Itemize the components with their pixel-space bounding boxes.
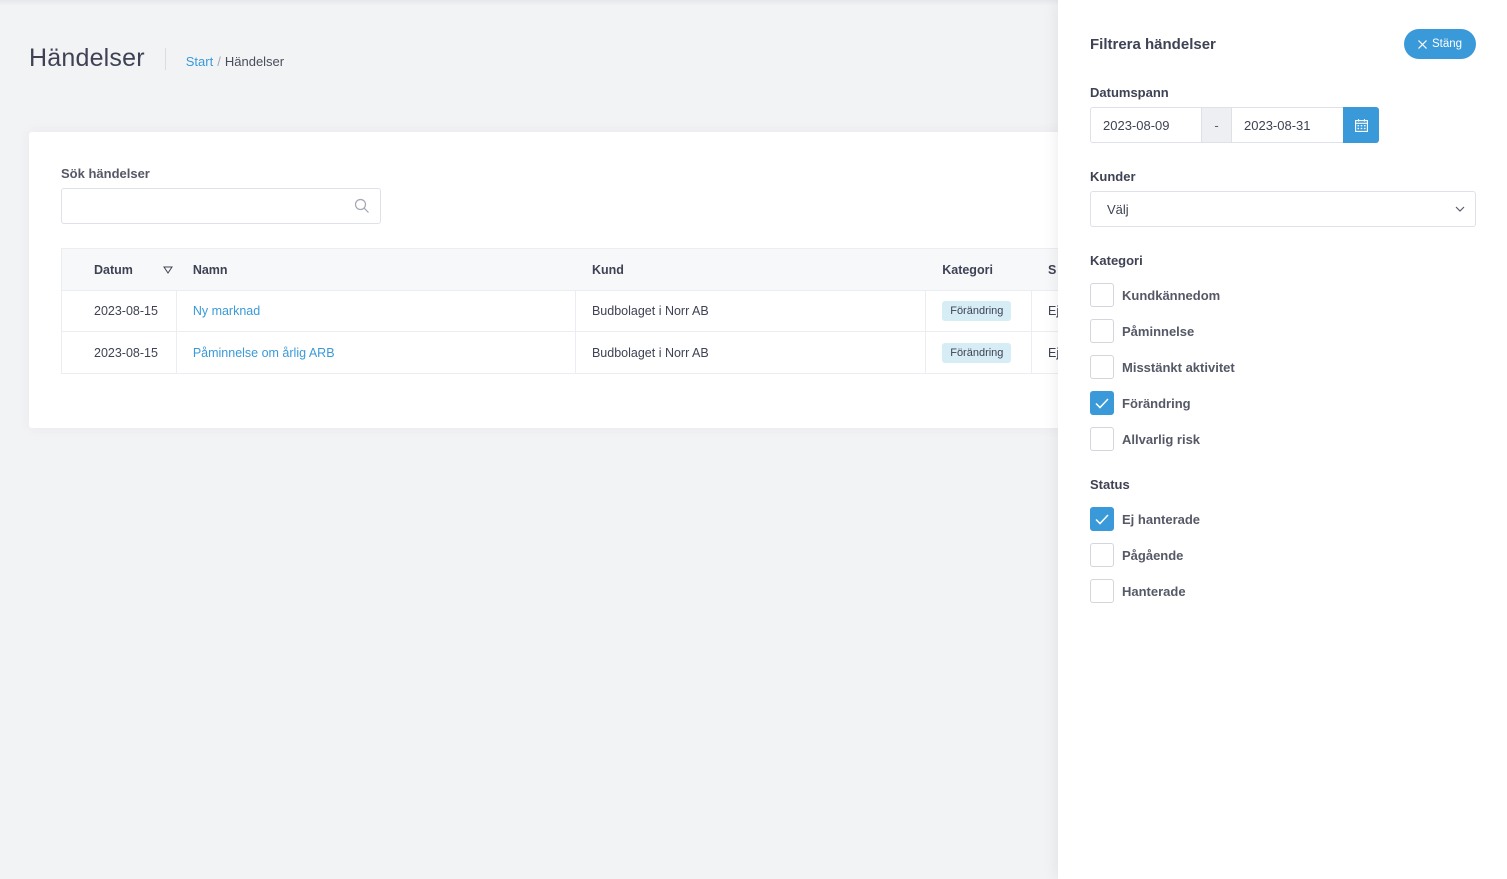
col-header-kategori[interactable]: Kategori (926, 249, 1032, 290)
cell-datum: 2023-08-15 (62, 291, 177, 331)
table-row: 2023-08-15 Påminnelse om årlig ARB Budbo… (62, 332, 1060, 373)
cell-kategori: Förändring (926, 332, 1033, 373)
search-icon[interactable] (354, 198, 370, 214)
checkbox-label: Allvarlig risk (1122, 431, 1201, 447)
close-button-label: Stäng (1431, 38, 1463, 50)
calendar-icon (1354, 118, 1368, 132)
breadcrumb-start-link[interactable]: Start (186, 54, 213, 69)
status-label: Status (1090, 477, 1130, 492)
topbar-shadow (0, 0, 1058, 6)
checkbox-label: Pågående (1122, 547, 1184, 563)
status-option-ej-hanterade[interactable]: Ej hanterade (1090, 507, 1200, 531)
status-option-pagaende[interactable]: Pågående (1090, 543, 1183, 567)
customers-select-value: Välj (1107, 201, 1129, 217)
search-input[interactable] (62, 189, 342, 223)
checkbox[interactable] (1090, 283, 1114, 307)
category-option-kundkannedom[interactable]: Kundkännedom (1090, 283, 1220, 307)
breadcrumb: Start / Händelser (186, 54, 284, 69)
category-option-misstankt-aktivitet[interactable]: Misstänkt aktivitet (1090, 355, 1235, 379)
breadcrumb-separator: / (217, 54, 221, 69)
checkbox-label: Förändring (1122, 395, 1191, 411)
checkmark-icon (1095, 513, 1109, 525)
date-range-picker: 2023-08-09 - 2023-08-31 (1090, 107, 1379, 143)
close-icon (1418, 39, 1427, 49)
events-table: Datum Namn Kund Kategori S 2023-08-15 Ny… (61, 248, 1061, 374)
checkmark-icon (1095, 397, 1109, 409)
search-label: Sök händelser (61, 166, 150, 181)
checkbox-label: Misstänkt aktivitet (1122, 359, 1235, 375)
search-box[interactable] (61, 188, 381, 224)
table-header: Datum Namn Kund Kategori S (62, 249, 1060, 291)
cell-namn: Påminnelse om årlig ARB (177, 332, 576, 373)
checkbox[interactable] (1090, 543, 1114, 567)
category-option-forandring[interactable]: Förändring (1090, 391, 1191, 415)
table-row: 2023-08-15 Ny marknad Budbolaget i Norr … (62, 291, 1060, 332)
cell-kund: Budbolaget i Norr AB (576, 291, 927, 331)
checkbox-label: Hanterade (1122, 583, 1186, 599)
filter-panel: Filtrera händelser Stäng Datumspann 2023… (1058, 0, 1507, 879)
checkbox[interactable] (1090, 579, 1114, 603)
category-badge: Förändring (942, 301, 1012, 321)
category-label: Kategori (1090, 253, 1143, 268)
checkbox-label: Påminnelse (1122, 323, 1195, 339)
header-divider (164, 47, 166, 70)
customers-select[interactable]: Välj (1090, 191, 1476, 227)
cell-namn: Ny marknad (177, 291, 576, 331)
calendar-button[interactable] (1343, 107, 1379, 143)
event-name-link[interactable]: Ny marknad (193, 304, 260, 318)
checkbox[interactable] (1090, 355, 1114, 379)
filter-panel-title: Filtrera händelser (1090, 36, 1216, 53)
category-option-allvarlig-risk[interactable]: Allvarlig risk (1090, 427, 1200, 451)
cell-kund: Budbolaget i Norr AB (576, 332, 927, 373)
event-name-link[interactable]: Påminnelse om årlig ARB (193, 346, 335, 360)
chevron-down-icon (1455, 206, 1465, 212)
sort-desc-icon[interactable] (162, 266, 173, 274)
col-header-datum-label: Datum (94, 262, 133, 277)
customers-label: Kunder (1090, 169, 1136, 184)
category-badge: Förändring (942, 342, 1012, 363)
col-header-datum[interactable]: Datum (62, 249, 177, 290)
page-header: Händelser Start / Händelser (29, 44, 284, 73)
col-header-status[interactable]: S (1032, 249, 1060, 290)
cell-datum: 2023-08-15 (62, 332, 177, 373)
breadcrumb-current: Händelser (224, 54, 285, 69)
page-title: Händelser (29, 44, 145, 72)
checkbox[interactable] (1090, 319, 1114, 343)
date-from-input[interactable]: 2023-08-09 (1090, 107, 1202, 143)
close-button[interactable]: Stäng (1404, 29, 1476, 59)
checkbox-checked[interactable] (1090, 507, 1114, 531)
cell-kategori: Förändring (926, 291, 1033, 331)
cell-status: Ej (1048, 345, 1060, 360)
date-range-separator: - (1202, 107, 1231, 143)
date-to-input[interactable]: 2023-08-31 (1231, 107, 1343, 143)
col-header-namn[interactable]: Namn (177, 249, 576, 290)
checkbox-label: Kundkännedom (1122, 287, 1221, 303)
col-header-kund[interactable]: Kund (576, 249, 926, 290)
checkbox[interactable] (1090, 427, 1114, 451)
cell-status: Ej (1048, 304, 1060, 318)
date-range-label: Datumspann (1090, 85, 1169, 100)
checkbox-checked[interactable] (1090, 391, 1114, 415)
status-option-hanterade[interactable]: Hanterade (1090, 579, 1186, 603)
events-card: Sök händelser Datum Namn Kund Kategori S… (29, 132, 1089, 428)
category-option-paminnelse[interactable]: Påminnelse (1090, 319, 1194, 343)
checkbox-label: Ej hanterade (1122, 511, 1201, 527)
